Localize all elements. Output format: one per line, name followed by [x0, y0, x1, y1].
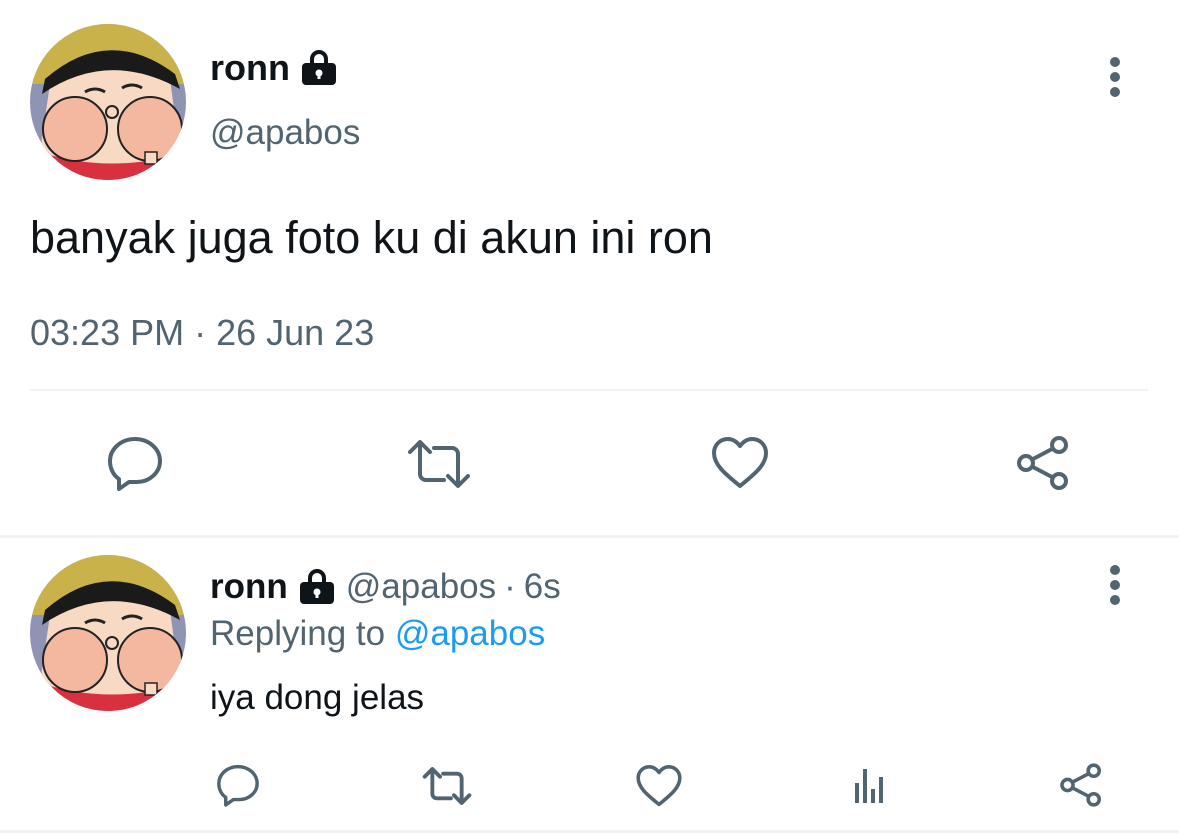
author-handle[interactable]: @apabos — [346, 567, 496, 607]
section-divider — [0, 535, 1179, 538]
tweet-text: iya dong jelas — [210, 678, 425, 717]
replying-to: Replying to @apabos — [210, 614, 545, 654]
separator: · — [504, 567, 516, 606]
lock-icon — [301, 50, 336, 85]
author-name-row: ronn — [210, 46, 340, 90]
replying-label: Replying to — [210, 614, 386, 653]
analytics-icon[interactable] — [846, 762, 892, 808]
avatar[interactable] — [30, 24, 186, 180]
avatar[interactable] — [30, 555, 186, 711]
avatar-image — [30, 555, 186, 711]
replying-handle-link[interactable]: @apabos — [395, 614, 545, 653]
author-handle[interactable]: @apabos — [210, 113, 360, 153]
tweet-text: banyak juga foto ku di akun ini ron — [30, 212, 713, 263]
avatar-image — [30, 24, 186, 180]
author-name[interactable]: ronn — [210, 47, 290, 89]
like-icon[interactable] — [708, 432, 772, 494]
tweet-timestamp: 03:23 PM · 26 Jun 23 — [30, 312, 374, 354]
reply-header: ronn @apabos · 6s — [210, 565, 561, 609]
retweet-icon[interactable] — [418, 762, 476, 810]
divider — [30, 389, 1148, 391]
more-vertical-icon[interactable] — [1095, 52, 1135, 102]
share-icon[interactable] — [1055, 760, 1107, 810]
separator: · — [194, 312, 207, 353]
reply-icon[interactable] — [100, 430, 170, 496]
tweet-time[interactable]: 03:23 PM — [30, 312, 184, 354]
bottom-divider — [0, 830, 1179, 833]
lock-icon — [299, 569, 334, 604]
reply-icon[interactable] — [211, 760, 265, 810]
author-name[interactable]: ronn — [210, 567, 288, 607]
tweet-date[interactable]: 26 Jun 23 — [216, 312, 374, 354]
retweet-icon[interactable] — [403, 433, 475, 495]
like-icon[interactable] — [633, 762, 685, 810]
more-vertical-icon[interactable] — [1095, 560, 1135, 610]
tweet-age[interactable]: 6s — [524, 567, 561, 607]
share-icon[interactable] — [1012, 432, 1074, 494]
